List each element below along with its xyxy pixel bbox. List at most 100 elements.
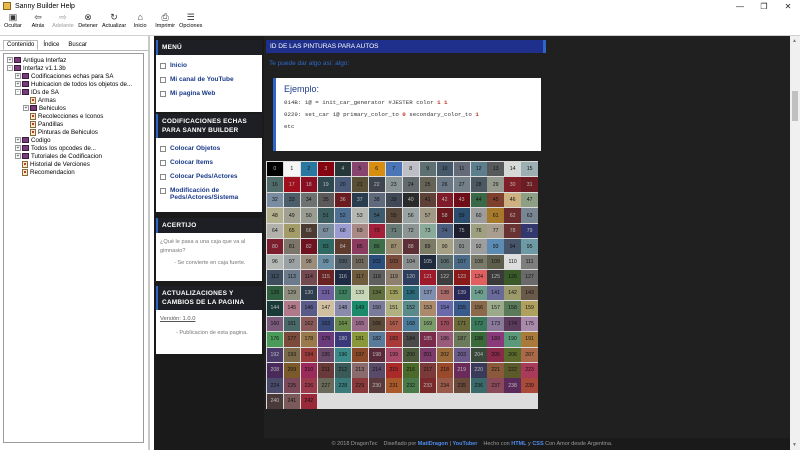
color-cell: 167 (385, 316, 402, 332)
color-cell: 6 (368, 161, 385, 177)
color-cell: 235 (453, 378, 470, 394)
color-cell: 154 (436, 301, 453, 316)
color-cell: 39 (385, 192, 402, 208)
scroll-down-icon[interactable]: ▼ (792, 442, 797, 448)
color-cell: 194 (300, 347, 317, 363)
link-colocar-peds[interactable]: Colocar Peds/Actores (156, 170, 262, 184)
acertijo-question: ¿Qué le pasa a una caja que va al gimnas… (160, 239, 246, 254)
link-colocar-objetos[interactable]: Colocar Objetos (156, 142, 262, 156)
color-cell: 123 (453, 270, 470, 285)
color-cell: 240 (266, 393, 283, 409)
tree-item-label: Historial de Verciones (30, 160, 90, 168)
tree-item-label: Armas (38, 96, 56, 104)
color-cell: 25 (419, 177, 436, 192)
color-cell: 107 (453, 254, 470, 270)
scroll-up-icon[interactable]: ▲ (792, 38, 797, 44)
footer-design: Diseñado por MatiDragon | YouTuber (383, 441, 478, 447)
scroll-thumb[interactable] (792, 91, 798, 121)
color-cell: 75 (453, 223, 470, 239)
tree-item[interactable]: Armas (4, 96, 143, 104)
expand-toggle-icon[interactable]: + (7, 57, 13, 63)
restore-button[interactable]: ❐ (752, 2, 776, 11)
tree-item[interactable]: - IDs de SA (4, 88, 143, 96)
color-cell: 102 (368, 254, 385, 270)
tree-item[interactable]: - Interfaz v1.1.3b (4, 64, 143, 72)
color-cell: 230 (368, 378, 385, 394)
link-modificacion-peds[interactable]: Modificación de Peds/Actores/Sistema (156, 184, 262, 205)
color-cell: 5 (351, 161, 368, 177)
contents-tree[interactable]: + Antigua Interfaz - Interfaz v1.1.3b + Codif… (3, 53, 144, 443)
link-colocar-items[interactable]: Colocar Items (156, 156, 262, 170)
color-cell: 172 (470, 316, 487, 332)
tree-item-label: Interfaz v1.1.3b (23, 64, 66, 72)
updates-note: - Publicacion de esta pagina. (176, 330, 248, 336)
toolbar-button-atrs[interactable]: ⇦ Atrás (27, 12, 49, 29)
color-cell: 46 (504, 192, 521, 208)
menu-link-web[interactable]: Mi pagina Web (156, 87, 262, 101)
footer-copyright: © 2018 DragonTec (331, 441, 378, 447)
toolbar-button-opciones[interactable]: ☰ Opciones (179, 12, 202, 29)
close-button[interactable]: ✕ (776, 2, 800, 11)
menu-link-inicio[interactable]: Inicio (156, 59, 262, 73)
color-cell: 169 (419, 316, 436, 332)
expand-toggle-icon[interactable]: + (15, 137, 21, 143)
article-subtitle: Te puede dar algo así: algo: (269, 60, 350, 67)
tree-item[interactable]: Historial de Verciones (4, 160, 143, 168)
expand-toggle-icon[interactable]: + (15, 73, 21, 79)
tab-buscar[interactable]: Buscar (64, 40, 91, 50)
acertijo-answer: - Se convierte en caja fuerte. (174, 260, 246, 266)
color-cell: 32 (266, 192, 283, 208)
color-cell: 212 (334, 362, 351, 378)
page-footer: © 2018 DragonTec Diseñado por MatiDragon… (154, 438, 790, 450)
expand-toggle-icon[interactable]: + (15, 81, 21, 87)
toolbar-button-adelante[interactable]: ⇨ Adelante (52, 12, 74, 29)
color-cell: 20 (334, 177, 351, 192)
tree-item[interactable]: + Behiculos (4, 104, 143, 112)
tree-item[interactable]: + Antigua Interfaz (4, 56, 143, 64)
toolbar-button-actualizar[interactable]: ↻ Actualizar (102, 12, 126, 29)
tree-item[interactable]: Pinturas de Behiculos (4, 128, 143, 136)
tree-item-label: Todos los opcodes de... (31, 144, 97, 152)
color-cell: 226 (300, 378, 317, 394)
color-cell: 237 (487, 378, 504, 394)
menu-link-youtube[interactable]: Mi canal de YouTube (156, 73, 262, 87)
expand-toggle-icon[interactable]: - (7, 65, 13, 71)
toolbar-button-imprimir[interactable]: ⎙ Imprimir (154, 12, 176, 29)
toolbar-label: Actualizar (102, 23, 127, 29)
toolbar-button-detener[interactable]: ⊗ Detener (77, 12, 99, 29)
tree-item[interactable]: + Codigo (4, 136, 143, 144)
tree-item[interactable]: + Todos los opcodes de... (4, 144, 143, 152)
color-cell: 141 (487, 285, 504, 301)
expand-toggle-icon[interactable]: - (15, 89, 21, 95)
color-cell: 137 (419, 285, 436, 301)
page-icon (22, 160, 28, 168)
color-cell: 198 (368, 347, 385, 363)
tree-item[interactable]: + Tutoriales de Codificacion (4, 152, 143, 160)
tree-item[interactable]: Recolecciones e Iconos (4, 112, 143, 120)
toolbar-button-ocultar[interactable]: ▣ Ocultar (2, 12, 24, 29)
color-cell: 95 (521, 239, 538, 254)
color-cell: 19 (317, 177, 334, 192)
expand-toggle-icon[interactable]: + (15, 153, 21, 159)
imprimir-icon: ⎙ (161, 12, 169, 22)
tab-indice[interactable]: Índice (39, 40, 63, 50)
tree-item[interactable]: + Hubicacion de todos los objetos de... (4, 80, 143, 88)
color-cell: 26 (436, 177, 453, 192)
color-cell: 67 (317, 223, 334, 239)
color-cell: 236 (470, 378, 487, 394)
minimize-button[interactable]: — (728, 2, 752, 11)
color-cell: 130 (300, 285, 317, 301)
expand-toggle-icon[interactable]: + (23, 105, 29, 111)
version-link[interactable]: Versión: 1.0.0 (156, 310, 262, 324)
color-cell: 221 (487, 362, 504, 378)
tree-item[interactable]: Pandillas (4, 120, 143, 128)
tree-item[interactable]: Recomendacion (4, 168, 143, 176)
vertical-scrollbar[interactable]: ▲ ▼ (790, 36, 800, 450)
color-cell: 122 (436, 270, 453, 285)
codificaciones-title: CODIFICACIONES ECHAS PARA SANNY BUILDER (156, 114, 262, 138)
color-cell: 182 (368, 332, 385, 347)
toolbar-button-inicio[interactable]: ⌂ Inicio (129, 12, 151, 29)
tab-contenido[interactable]: Contenido (3, 40, 39, 50)
expand-toggle-icon[interactable]: + (15, 145, 21, 151)
tree-item[interactable]: + Codificaciones echas para SA (4, 72, 143, 80)
